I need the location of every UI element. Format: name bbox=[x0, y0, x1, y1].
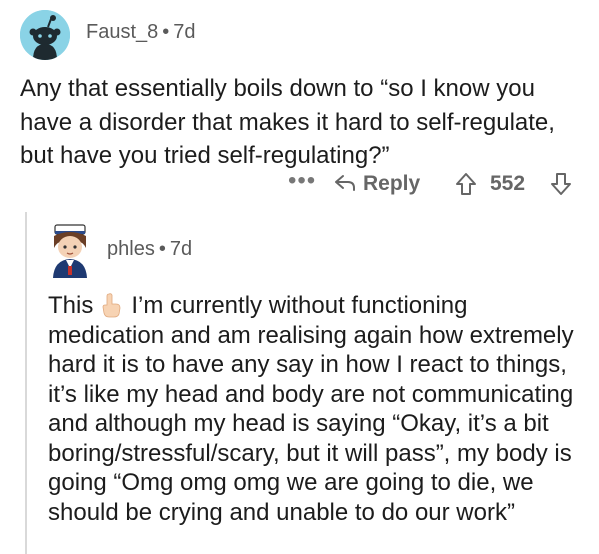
upvote-arrow-icon[interactable] bbox=[455, 172, 477, 196]
more-options-button[interactable]: ••• bbox=[288, 167, 316, 195]
comment-age: 7d bbox=[173, 21, 196, 43]
reddit-snoo-icon bbox=[20, 10, 70, 60]
comment-age: 7d bbox=[169, 238, 193, 260]
comment-text-rest: I’m currently without functioning medica… bbox=[48, 292, 574, 526]
avatar[interactable] bbox=[45, 222, 95, 278]
comment-text-start: This bbox=[48, 292, 94, 319]
reply-icon[interactable] bbox=[334, 173, 356, 193]
separator-dot: • bbox=[158, 238, 166, 260]
separator-dot: • bbox=[162, 21, 170, 43]
comment-actions: ••• Reply 552 bbox=[0, 167, 599, 199]
comment-body: Any that essentially boils down to “so I… bbox=[20, 75, 555, 169]
avatar[interactable] bbox=[20, 10, 70, 60]
comment-meta: phles • 7d bbox=[107, 238, 192, 261]
comment-meta: Faust_8 • 7d bbox=[86, 21, 196, 44]
sailor-character-icon bbox=[45, 222, 95, 278]
thread-line[interactable] bbox=[25, 212, 27, 554]
vote-score: 552 bbox=[490, 172, 526, 195]
comment-body: This I’m currently without functioning m… bbox=[48, 291, 588, 527]
username[interactable]: Faust_8 bbox=[86, 21, 158, 43]
downvote-arrow-icon[interactable] bbox=[550, 172, 572, 196]
username[interactable]: phles bbox=[107, 238, 155, 260]
backhand-index-pointing-up-icon bbox=[102, 293, 121, 318]
reply-button[interactable]: Reply bbox=[363, 172, 420, 196]
